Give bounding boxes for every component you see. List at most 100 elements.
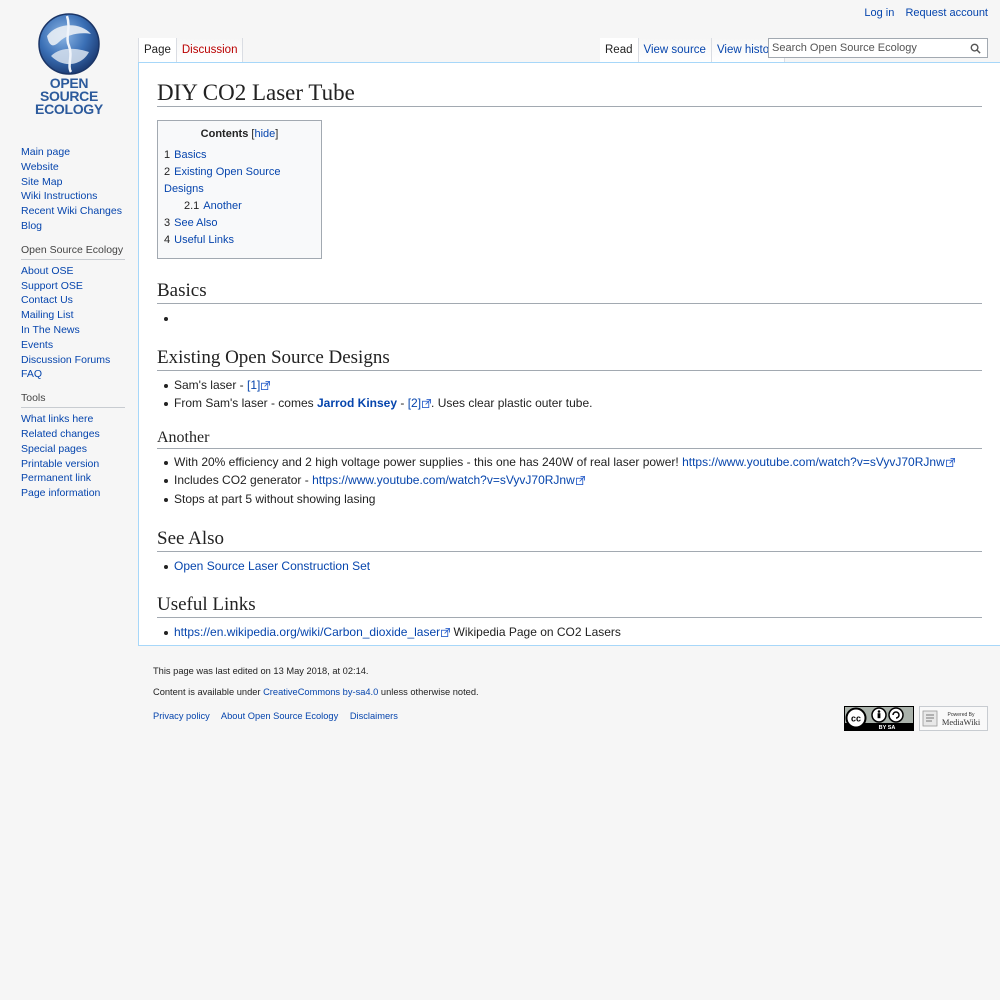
jarrod-kinsey-link[interactable]: Jarrod Kinsey	[317, 396, 397, 410]
external-link-icon	[575, 476, 585, 486]
login-link[interactable]: Log in	[864, 7, 894, 19]
content-area: DIY CO2 Laser Tube Contents [hide] 1 Basi…	[138, 62, 1000, 646]
sidebar-heading-tools: Tools	[21, 392, 125, 409]
privacy-policy-link[interactable]: Privacy policy	[153, 711, 210, 721]
sidebar-item-mailing-list[interactable]: Mailing List	[21, 309, 74, 321]
toc-label: Existing Open Source Designs	[164, 166, 281, 195]
sidebar-item-what-links-here[interactable]: What links here	[21, 413, 93, 425]
section-heading-see-also: See Also	[157, 527, 982, 552]
license-link[interactable]: CreativeCommons by-sa4.0	[263, 687, 378, 697]
search-input[interactable]	[769, 42, 965, 54]
toc-num: 1	[164, 149, 171, 161]
external-link-icon	[422, 399, 432, 409]
sidebar-item-wiki-instructions[interactable]: Wiki Instructions	[21, 190, 97, 202]
laser-construction-set-link[interactable]: Open Source Laser Construction Set	[174, 559, 370, 573]
discussion-link[interactable]: Discussion	[182, 44, 238, 56]
sidebar-item-about-ose[interactable]: About OSE	[21, 265, 74, 277]
sidebar-item-related-changes[interactable]: Related changes	[21, 428, 100, 440]
toc-item[interactable]: 3 See Also	[164, 215, 315, 232]
sidebar-item-faq[interactable]: FAQ	[21, 368, 42, 380]
item-text: Wikipedia Page on CO2 Lasers	[450, 625, 621, 640]
item-text: From Sam's laser - comes	[174, 396, 317, 411]
external-link-icon	[261, 380, 271, 390]
search-button[interactable]	[965, 39, 985, 57]
svg-text:BY SA: BY SA	[879, 725, 896, 731]
page-title: DIY CO2 Laser Tube	[157, 77, 982, 107]
list-item: Open Source Laser Construction Set	[164, 557, 982, 576]
ref-text: [1]	[246, 377, 261, 392]
sidebar-item-contact-us[interactable]: Contact Us	[21, 294, 73, 306]
sidebar-item-events[interactable]: Events	[21, 339, 53, 351]
sidebar-item-support-ose[interactable]: Support OSE	[21, 280, 83, 292]
toc-label: Another	[203, 200, 242, 212]
footer-icons: cc BY SA Powered By MediaWiki	[844, 706, 988, 731]
view-tabs: Read View source View history	[600, 38, 785, 62]
existing-designs-list: Sam's laser - [1] From Sam's laser - com…	[157, 376, 982, 413]
search-box	[768, 38, 988, 58]
tab-read[interactable]: Read	[600, 38, 639, 62]
sidebar: Main page Website Site Map Wiki Instruct…	[0, 145, 138, 511]
list-item: Sam's laser - [1]	[164, 376, 982, 395]
svg-text:MediaWiki: MediaWiki	[942, 717, 981, 727]
cc-license-icon: cc BY SA	[844, 706, 914, 731]
license-text: Content is available under	[153, 687, 264, 697]
powered-by-mediawiki-badge[interactable]: Powered By MediaWiki	[919, 706, 988, 731]
personal-tools: Log in Request account	[856, 7, 988, 19]
link-text: https://www.youtube.com/watch?v=sVyvJ70R…	[312, 473, 575, 488]
sidebar-item-site-map[interactable]: Site Map	[21, 176, 62, 188]
ref-link-1[interactable]: [1]	[246, 377, 271, 392]
sidebar-tools: Tools What links here Related changes Sp…	[0, 392, 138, 501]
sidebar-ose: Open Source Ecology About OSE Support OS…	[0, 244, 138, 382]
sidebar-item-website[interactable]: Website	[21, 161, 59, 173]
tab-page[interactable]: Page	[138, 38, 177, 62]
toc-hide-bracket-close: ]	[275, 128, 279, 140]
item-text: -	[397, 396, 408, 411]
toc-title: Contents [hide]	[164, 128, 315, 140]
toc-num: 2.1	[184, 200, 200, 212]
sidebar-item-main-page[interactable]: Main page	[21, 146, 70, 158]
sidebar-item-special-pages[interactable]: Special pages	[21, 443, 87, 455]
toc-item[interactable]: 2.1 Another	[164, 198, 315, 215]
toc-label: See Also	[174, 217, 218, 229]
request-account-link[interactable]: Request account	[905, 7, 988, 19]
sidebar-item-permanent-link[interactable]: Permanent link	[21, 472, 91, 484]
another-list: With 20% efficiency and 2 high voltage p…	[157, 453, 982, 509]
ref-text: [2]	[407, 396, 422, 411]
footer-last-edited: This page was last edited on 13 May 2018…	[153, 666, 369, 676]
sidebar-item-printable-version[interactable]: Printable version	[21, 458, 99, 470]
tab-view-source[interactable]: View source	[638, 38, 712, 62]
view-source-link[interactable]: View source	[644, 44, 706, 56]
sidebar-item-recent-changes[interactable]: Recent Wiki Changes	[21, 205, 122, 217]
youtube-link-1[interactable]: https://www.youtube.com/watch?v=sVyvJ70R…	[682, 455, 955, 469]
site-logo[interactable]: OPEN SOURCE ECOLOGY	[0, 0, 138, 130]
cc-by-sa-badge[interactable]: cc BY SA	[844, 706, 914, 731]
link-text: https://en.wikipedia.org/wiki/Carbon_dio…	[174, 625, 441, 640]
list-item: Includes CO2 generator - https://www.you…	[164, 471, 982, 490]
youtube-link-2[interactable]: https://www.youtube.com/watch?v=sVyvJ70R…	[312, 473, 585, 487]
toc-item[interactable]: 1 Basics	[164, 147, 315, 164]
tab-discussion[interactable]: Discussion	[176, 38, 244, 62]
ref-link-2[interactable]: [2]	[407, 396, 432, 411]
see-also-list: Open Source Laser Construction Set	[157, 557, 982, 576]
globe-icon	[38, 13, 100, 75]
wikipedia-link[interactable]: https://en.wikipedia.org/wiki/Carbon_dio…	[174, 625, 451, 640]
item-text: Sam's laser -	[174, 377, 247, 392]
toc-num: 3	[164, 217, 171, 229]
sidebar-item-discussion-forums[interactable]: Discussion Forums	[21, 354, 110, 366]
list-item: From Sam's laser - comes Jarrod Kinsey -…	[164, 394, 982, 413]
sidebar-item-in-the-news[interactable]: In The News	[21, 324, 80, 336]
svg-text:cc: cc	[851, 714, 861, 724]
sidebar-item-blog[interactable]: Blog	[21, 220, 42, 232]
about-ose-link[interactable]: About Open Source Ecology	[221, 711, 338, 721]
toc-label: Basics	[174, 149, 207, 161]
toc-item[interactable]: 2 Existing Open Source Designs	[164, 164, 315, 198]
sidebar-item-page-information[interactable]: Page information	[21, 487, 100, 499]
toc-hide-link[interactable]: hide	[254, 128, 275, 140]
item-text: . Uses clear plastic outer tube.	[431, 396, 593, 411]
disclaimers-link[interactable]: Disclaimers	[350, 711, 398, 721]
list-item: https://en.wikipedia.org/wiki/Carbon_dio…	[164, 623, 982, 642]
basics-list	[157, 309, 982, 328]
external-link-icon	[441, 628, 451, 638]
table-of-contents: Contents [hide] 1 Basics 2 Existing Open S…	[157, 120, 322, 259]
toc-item[interactable]: 4 Useful Links	[164, 232, 315, 249]
